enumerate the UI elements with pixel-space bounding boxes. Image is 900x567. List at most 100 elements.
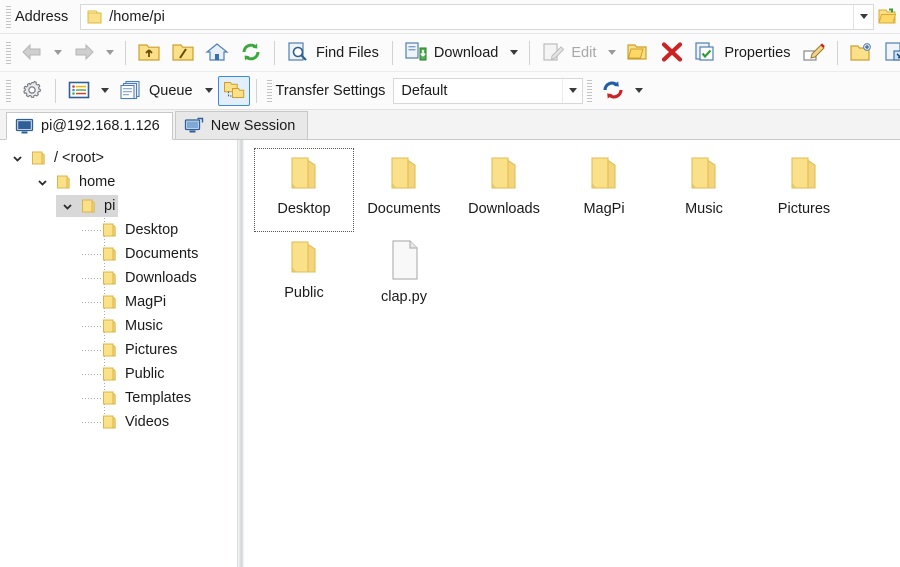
file-list-folder-item[interactable]: Downloads [454, 148, 554, 232]
new-file-button[interactable] [878, 38, 900, 68]
synchronize-grip[interactable] [587, 80, 592, 102]
back-history-dropdown[interactable] [54, 50, 62, 55]
chevron-down-icon[interactable] [60, 199, 74, 213]
tree-node-videos[interactable]: Videos [0, 410, 237, 434]
parent-directory-button[interactable] [132, 38, 166, 68]
chevron-down-icon [569, 88, 577, 93]
preferences-button[interactable] [15, 76, 49, 106]
file-list-folder-item[interactable]: Music [654, 148, 754, 232]
folder-icon [484, 154, 524, 194]
transfer-settings-dropdown-button[interactable] [562, 79, 582, 103]
folder-icon [101, 222, 118, 238]
tree-node-label: Templates [125, 390, 191, 406]
tree-node-pictures[interactable]: Pictures [0, 338, 237, 362]
transfer-settings-combo[interactable]: Default [393, 78, 583, 104]
tab-session[interactable]: pi@192.168.1.126 [6, 112, 173, 140]
edit-button[interactable]: Edit [536, 38, 603, 68]
queue-dropdown[interactable] [205, 88, 213, 93]
file-list-panel[interactable]: DesktopDocuments Downloads MagPi MusicPictu… [244, 140, 900, 567]
folder-icon [101, 390, 118, 406]
folder-icon [101, 270, 118, 286]
download-button[interactable]: Download [399, 38, 506, 68]
file-list-folder-item[interactable]: Desktop [254, 148, 354, 232]
tree-connector-line [85, 343, 99, 357]
synchronize-button[interactable] [596, 76, 630, 106]
tree-node-magpi[interactable]: MagPi [0, 290, 237, 314]
tree-node-downloads[interactable]: Downloads [0, 266, 237, 290]
main-area: / <root>homepiDesktopDocumentsDownloadsM… [0, 140, 900, 567]
new-folder-icon [849, 41, 873, 65]
tree-node-music[interactable]: Music [0, 314, 237, 338]
file-item-label: clap.py [381, 289, 427, 305]
tree-node-home[interactable]: home [0, 170, 237, 194]
red-x-icon [660, 41, 684, 65]
view-mode-dropdown[interactable] [101, 88, 109, 93]
file-list-folder-item[interactable]: MagPi [554, 148, 654, 232]
tree-node-label: Pictures [125, 342, 177, 358]
forward-button[interactable] [67, 38, 101, 68]
folder-icon [784, 154, 824, 194]
rename-button[interactable] [797, 38, 831, 68]
transfer-settings-value: Default [394, 83, 447, 99]
gear-icon [20, 79, 44, 103]
back-button[interactable] [15, 38, 49, 68]
tree-node-pi[interactable]: pi [0, 194, 237, 218]
download-dropdown[interactable] [510, 50, 518, 55]
synchronize-dropdown[interactable] [635, 88, 643, 93]
tree-node-label: / <root> [54, 150, 104, 166]
home-directory-button[interactable] [200, 38, 234, 68]
tree-dotted-line [82, 254, 102, 255]
search-document-icon [286, 41, 310, 65]
tree-node-desktop[interactable]: Desktop [0, 218, 237, 242]
directory-tree[interactable]: / <root>homepiDesktopDocumentsDownloadsM… [0, 140, 238, 567]
new-directory-button[interactable] [844, 38, 878, 68]
find-files-button[interactable]: Find Files [281, 38, 386, 68]
edit-dropdown[interactable] [608, 50, 616, 55]
file-list-folder-item[interactable]: Public [254, 232, 354, 316]
transfer-settings-grip[interactable] [267, 80, 272, 102]
properties-button[interactable]: Properties [689, 38, 797, 68]
chevron-down-icon[interactable] [10, 151, 24, 165]
refresh-icon [239, 41, 263, 65]
tree-dotted-line [82, 302, 102, 303]
monitor-icon [15, 118, 34, 135]
root-directory-button[interactable] [166, 38, 200, 68]
file-list-file-item[interactable]: clap.py [354, 232, 454, 316]
address-go-button[interactable] [874, 2, 900, 32]
tree-node-label: home [79, 174, 115, 190]
folder-icon [55, 174, 72, 190]
tree-node-public[interactable]: Public [0, 362, 237, 386]
delete-button[interactable] [655, 38, 689, 68]
file-item-label: Downloads [468, 201, 540, 217]
tab-new-session[interactable]: New Session [175, 111, 309, 139]
view-mode-button[interactable] [62, 76, 96, 106]
properties-icon [694, 41, 718, 65]
address-input[interactable]: /home/pi [80, 4, 874, 30]
synchronize-browsing-toggle[interactable] [218, 76, 250, 106]
file-item-label: MagPi [583, 201, 624, 217]
main-toolbar-grip[interactable] [6, 42, 11, 64]
file-list-folder-item[interactable]: Pictures [754, 148, 854, 232]
tree-node-templates[interactable]: Templates [0, 386, 237, 410]
chevron-down-icon[interactable] [35, 175, 49, 189]
toolbar-grip[interactable] [6, 6, 11, 28]
folder-icon [284, 154, 324, 194]
refresh-button[interactable] [234, 38, 268, 68]
tab-session-label: pi@192.168.1.126 [41, 118, 160, 134]
tree-dotted-line [82, 278, 102, 279]
secondary-toolbar-grip[interactable] [6, 80, 11, 102]
tree-dotted-line [82, 230, 102, 231]
forward-history-dropdown[interactable] [106, 50, 114, 55]
folder-icon [101, 366, 118, 382]
tree-dotted-line [82, 374, 102, 375]
tree-node-documents[interactable]: Documents [0, 242, 237, 266]
synchronize-arrows-icon [601, 79, 625, 103]
queue-button[interactable]: Queue [114, 76, 200, 106]
address-dropdown-button[interactable] [853, 5, 873, 29]
tree-connector-line [85, 367, 99, 381]
duplicate-button[interactable] [621, 38, 655, 68]
secondary-separator-2 [256, 79, 257, 103]
tree-node-root[interactable]: / <root> [0, 146, 237, 170]
file-list-folder-item[interactable]: Documents [354, 148, 454, 232]
tree-node-label: Desktop [125, 222, 178, 238]
